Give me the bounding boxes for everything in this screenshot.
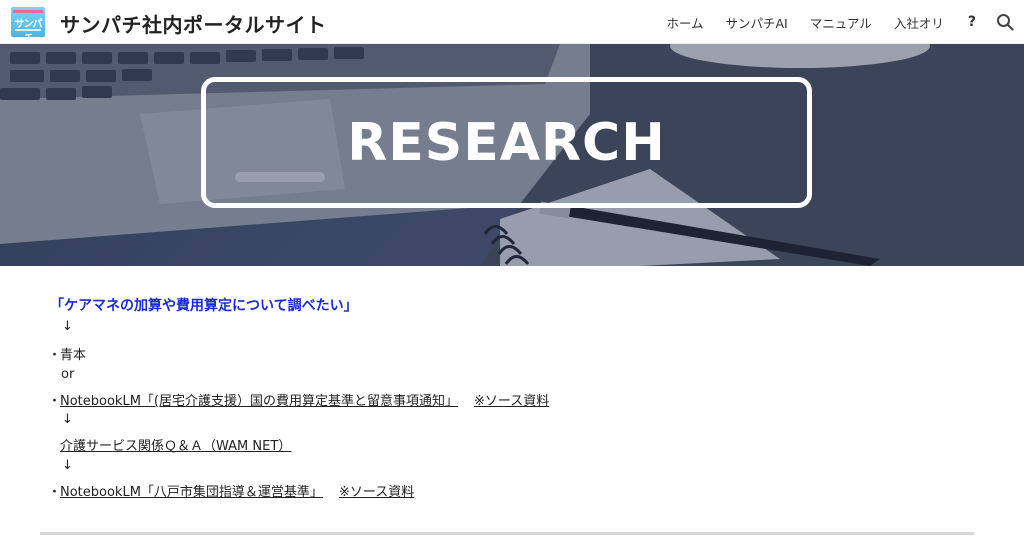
link-notebooklm-hachinohe[interactable]: NotebookLM「八戸市集団指導＆運営基準」 <box>60 481 323 500</box>
link-source-material-2[interactable]: ※ソース資料 <box>339 481 414 500</box>
section-heading: 「ケアマネの加算や費用算定について調べたい」 <box>50 298 358 314</box>
hero-banner: RESEARCH <box>0 44 1024 266</box>
logo-decoration <box>15 29 41 31</box>
down-arrow: ↓ <box>62 458 73 473</box>
down-arrow: ↓ <box>62 412 73 427</box>
nav-sanpachi-ai[interactable]: サンパチAI <box>725 13 787 32</box>
link-kaigo-qa-wamnet[interactable]: 介護サービス関係Ｑ＆Ａ（WAM NET） <box>60 435 291 454</box>
logo-text: サンパチ <box>14 19 43 37</box>
nav-manual[interactable]: マニュアル <box>810 13 872 32</box>
or-text: or <box>61 367 75 382</box>
hero-title: RESEARCH <box>347 112 666 173</box>
search-icon[interactable] <box>996 13 1014 31</box>
site-title[interactable]: サンパチ社内ポータルサイト <box>60 9 327 38</box>
nav-help[interactable]: ? <box>968 14 976 30</box>
section-divider <box>40 532 974 535</box>
hero-title-frame: RESEARCH <box>201 77 812 208</box>
link-source-material-1[interactable]: ※ソース資料 <box>474 390 549 409</box>
list-item-aohon: 青本 <box>60 348 87 363</box>
link-notebooklm-kyotaku[interactable]: NotebookLM「(居宅介護支援）国の費用算定基準と留意事項通知」 <box>60 390 458 409</box>
top-navigation-bar: サンパチ サンパチ社内ポータルサイト ホーム サンパチAI マニュアル 入社オリ… <box>0 0 1024 44</box>
nav-home[interactable]: ホーム <box>666 13 703 32</box>
main-nav: ホーム サンパチAI マニュアル 入社オリ ? <box>644 0 1024 44</box>
down-arrow: ↓ <box>62 319 73 334</box>
logo-decoration <box>13 10 43 13</box>
site-logo[interactable]: サンパチ <box>11 7 45 37</box>
nav-onboarding[interactable]: 入社オリ <box>894 13 944 32</box>
